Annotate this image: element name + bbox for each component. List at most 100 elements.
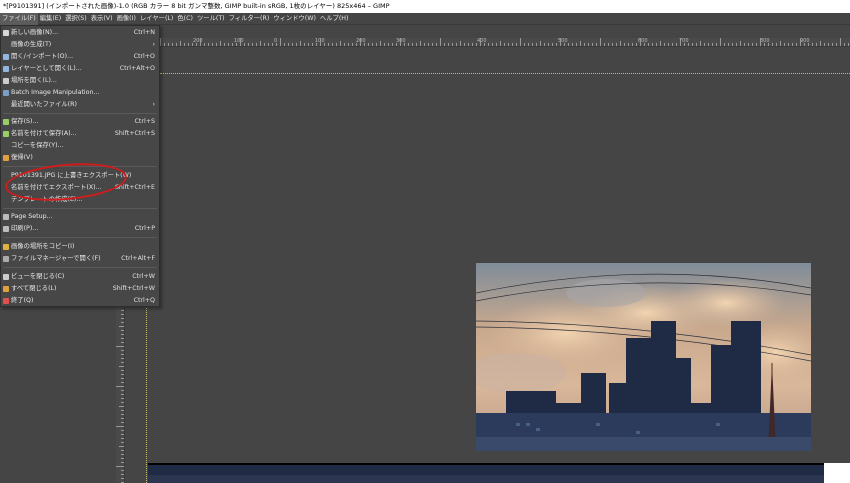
ruler-tick <box>121 474 124 475</box>
menu-tools[interactable]: ツール(T) <box>195 13 227 25</box>
menu-windows[interactable]: ウィンドウ(W) <box>271 13 318 25</box>
ruler-tick <box>828 43 829 46</box>
ruler-tick <box>444 43 445 46</box>
ruler-tick <box>248 43 249 46</box>
menu-item-revert[interactable]: 復帰(V) <box>1 152 159 164</box>
ruler-tick <box>121 370 124 371</box>
image-canvas[interactable] <box>476 263 811 451</box>
ruler-tick <box>276 43 277 46</box>
ruler-tick <box>121 390 124 391</box>
ruler-tick <box>416 43 417 46</box>
ruler-tick <box>312 43 313 46</box>
ruler-tick <box>764 43 765 46</box>
city-skyline-image <box>476 263 811 451</box>
revert-icon <box>3 155 9 161</box>
vertical-ruler[interactable] <box>116 306 125 483</box>
ruler-tick <box>464 43 465 46</box>
menu-filters[interactable]: フィルター(R) <box>227 13 272 25</box>
ruler-tick <box>300 41 301 46</box>
ruler-tick <box>820 41 821 46</box>
menu-file[interactable]: ファイル(F) <box>0 12 38 25</box>
menu-view[interactable]: 表示(V) <box>89 13 115 25</box>
ruler-tick <box>700 41 701 46</box>
ruler-tick <box>592 43 593 46</box>
menu-item-open-as-layers[interactable]: レイヤーとして開く(L)... Ctrl+Alt+O <box>1 63 159 75</box>
ruler-tick <box>612 43 613 46</box>
ruler-tick <box>121 450 124 451</box>
ruler-tick <box>336 43 337 46</box>
horizontal-ruler[interactable]: 200 100 0 100 200 300 400 500 600 700 80… <box>160 38 850 47</box>
ruler-tick <box>376 43 377 46</box>
menu-item-open[interactable]: 開く/インポート(O)... Ctrl+O <box>1 51 159 63</box>
menu-item-save-as[interactable]: 名前を付けて保存(A)... Shift+Ctrl+S <box>1 128 159 140</box>
ruler-tick <box>632 43 633 46</box>
ruler-tick <box>432 43 433 46</box>
ruler-tick <box>119 326 124 327</box>
ruler-tick <box>121 398 124 399</box>
ruler-tick <box>212 43 213 46</box>
ruler-tick <box>121 338 124 339</box>
ruler-tick <box>664 43 665 46</box>
ruler-tick <box>552 43 553 46</box>
menu-select[interactable]: 選択(S) <box>63 13 89 25</box>
ruler-tick <box>224 43 225 46</box>
ruler-tick <box>119 366 124 367</box>
menu-item-new-image[interactable]: 新しい画像(N)... Ctrl+N <box>1 27 159 39</box>
ruler-tick <box>536 43 537 46</box>
ruler-tick <box>688 43 689 46</box>
ruler-tick <box>448 43 449 46</box>
ruler-tick <box>848 43 849 46</box>
ruler-tick <box>724 43 725 46</box>
ruler-tick <box>684 43 685 46</box>
ruler-tick <box>216 43 217 46</box>
open-location-icon <box>3 78 9 84</box>
menu-item-page-setup[interactable]: Page Setup... <box>1 211 159 223</box>
ruler-tick <box>788 43 789 46</box>
copy-location-icon <box>3 244 9 250</box>
menu-item-close-all[interactable]: すべて閉じる(L) Shift+Ctrl+W <box>1 283 159 295</box>
window-title: *[P9101391] (インポートされた画像)-1.0 (RGB カラー 8 … <box>0 0 850 13</box>
ruler-tick <box>121 414 124 415</box>
ruler-tick <box>304 43 305 46</box>
menu-separator <box>3 208 157 209</box>
menu-item-close-view[interactable]: ビューを閉じる(C) Ctrl+W <box>1 271 159 283</box>
menu-item-quit[interactable]: 終了(Q) Ctrl+Q <box>1 295 159 307</box>
menu-image[interactable]: 画像(I) <box>115 13 138 25</box>
ruler-tick <box>240 38 241 46</box>
menu-colors[interactable]: 色(C) <box>175 13 195 25</box>
ruler-tick <box>736 43 737 46</box>
menu-item-copy-location[interactable]: 画像の場所をコピー(I) <box>1 241 159 253</box>
ruler-label: 200 <box>193 38 203 44</box>
ruler-tick <box>784 43 785 46</box>
ruler-tick <box>744 43 745 46</box>
menu-separator <box>3 237 157 238</box>
menu-item-open-location[interactable]: 場所を開く(L)... <box>1 75 159 87</box>
menu-item-recent[interactable]: 最近開いたファイル(R) › <box>1 99 159 111</box>
ruler-tick <box>756 43 757 46</box>
ruler-tick <box>424 43 425 46</box>
ruler-tick <box>384 43 385 46</box>
menu-item-batch[interactable]: Batch Image Manipulation... <box>1 87 159 99</box>
ruler-tick <box>116 466 124 467</box>
menu-item-save-copy[interactable]: コピーを保存(Y)... <box>1 140 159 152</box>
menu-item-save[interactable]: 保存(S)... Ctrl+S <box>1 116 159 128</box>
ruler-tick <box>121 314 124 315</box>
ruler-tick <box>392 43 393 46</box>
ruler-tick <box>544 43 545 46</box>
menu-help[interactable]: ヘルプ(H) <box>318 13 351 25</box>
menu-item-file-manager[interactable]: ファイルマネージャーで開く(F) Ctrl+Alt+F <box>1 253 159 265</box>
ruler-tick <box>656 43 657 46</box>
menu-layer[interactable]: レイヤー(L) <box>138 13 175 25</box>
ruler-tick <box>121 342 124 343</box>
print-icon <box>3 226 9 232</box>
ruler-tick <box>228 43 229 46</box>
ruler-tick <box>564 43 565 46</box>
ruler-tick <box>484 43 485 46</box>
save-as-icon <box>3 131 9 137</box>
ruler-tick <box>480 38 481 46</box>
menu-item-create[interactable]: 画像の生成(T) › <box>1 39 159 51</box>
menu-edit[interactable]: 編集(E) <box>38 13 64 25</box>
ruler-tick <box>204 43 205 46</box>
menu-item-print[interactable]: 印刷(P)... Ctrl+P <box>1 223 159 235</box>
ruler-tick <box>121 458 124 459</box>
